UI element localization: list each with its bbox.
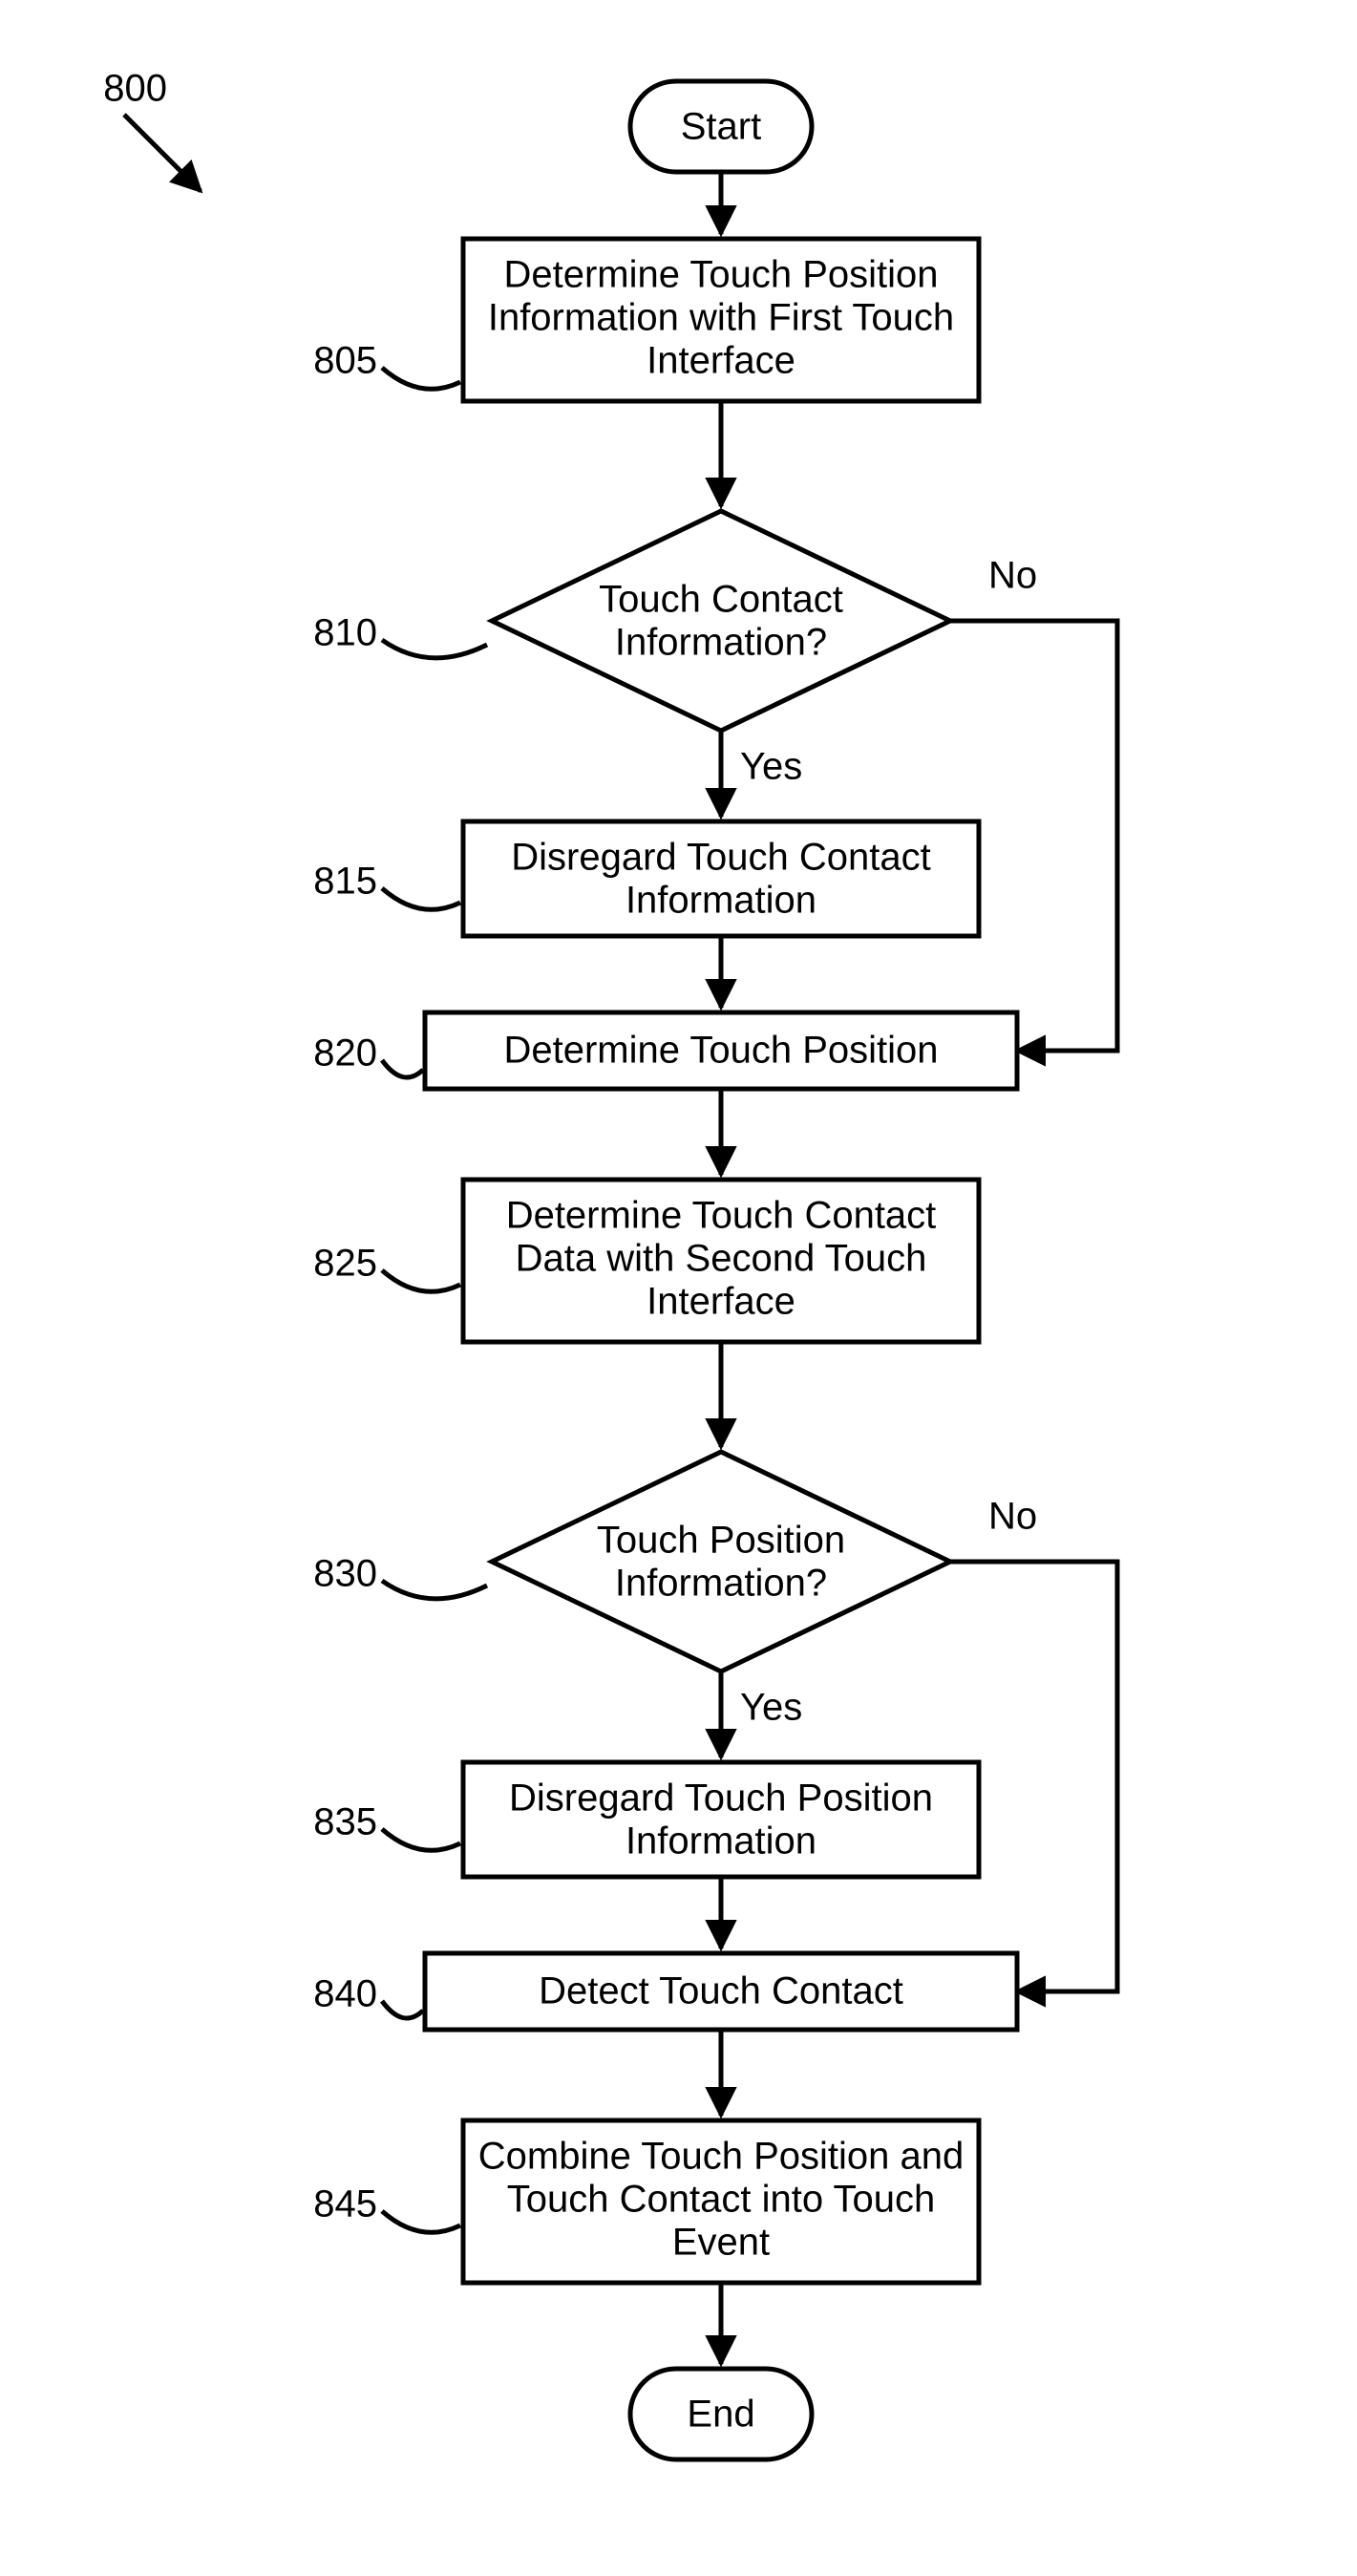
node-845-l3: Event [672, 2222, 770, 2264]
ref-840: 840 [313, 1973, 377, 2015]
ref-805: 805 [313, 340, 377, 382]
node-835-l1: Disregard Touch Position [509, 1778, 933, 1820]
node-825-l2: Data with Second Touch [516, 1238, 927, 1280]
node-830-l2: Information? [615, 1563, 827, 1605]
node-845-l2: Touch Contact into Touch [507, 2179, 935, 2221]
node-805-l2: Information with First Touch [488, 297, 954, 339]
flowchart: 800 Start Determine Touch Position Infor… [0, 0, 1357, 2576]
node-830-l1: Touch Position [597, 1520, 845, 1562]
start-label: Start [681, 106, 761, 148]
node-825-l3: Interface [647, 1281, 795, 1323]
ref-845: 845 [313, 2183, 377, 2225]
ref-815: 815 [313, 861, 377, 903]
ref-830: 830 [313, 1553, 377, 1595]
end-label: End [687, 2394, 754, 2436]
ref-810: 810 [313, 612, 377, 654]
ref-835: 835 [313, 1801, 377, 1843]
yes-label-830: Yes [740, 1687, 802, 1729]
node-835-l2: Information [625, 1820, 816, 1863]
node-820-l1: Determine Touch Position [503, 1030, 938, 1072]
node-810-l1: Touch Contact [599, 579, 843, 621]
ref-820: 820 [313, 1033, 377, 1075]
node-815-l2: Information [625, 880, 816, 922]
no-label-830: No [988, 1496, 1037, 1538]
node-825-l1: Determine Touch Contact [506, 1195, 937, 1237]
no-label-810: No [988, 555, 1037, 597]
node-805-l3: Interface [647, 340, 795, 382]
node-810-l2: Information? [615, 622, 827, 664]
ref-825: 825 [313, 1243, 377, 1285]
node-840-l1: Detect Touch Contact [539, 1970, 903, 2012]
figure-ref: 800 [103, 68, 167, 110]
yes-label-810: Yes [740, 746, 802, 788]
node-805-l1: Determine Touch Position [503, 254, 938, 296]
node-845-l1: Combine Touch Position and [478, 2136, 964, 2178]
node-815-l1: Disregard Touch Contact [511, 837, 931, 879]
